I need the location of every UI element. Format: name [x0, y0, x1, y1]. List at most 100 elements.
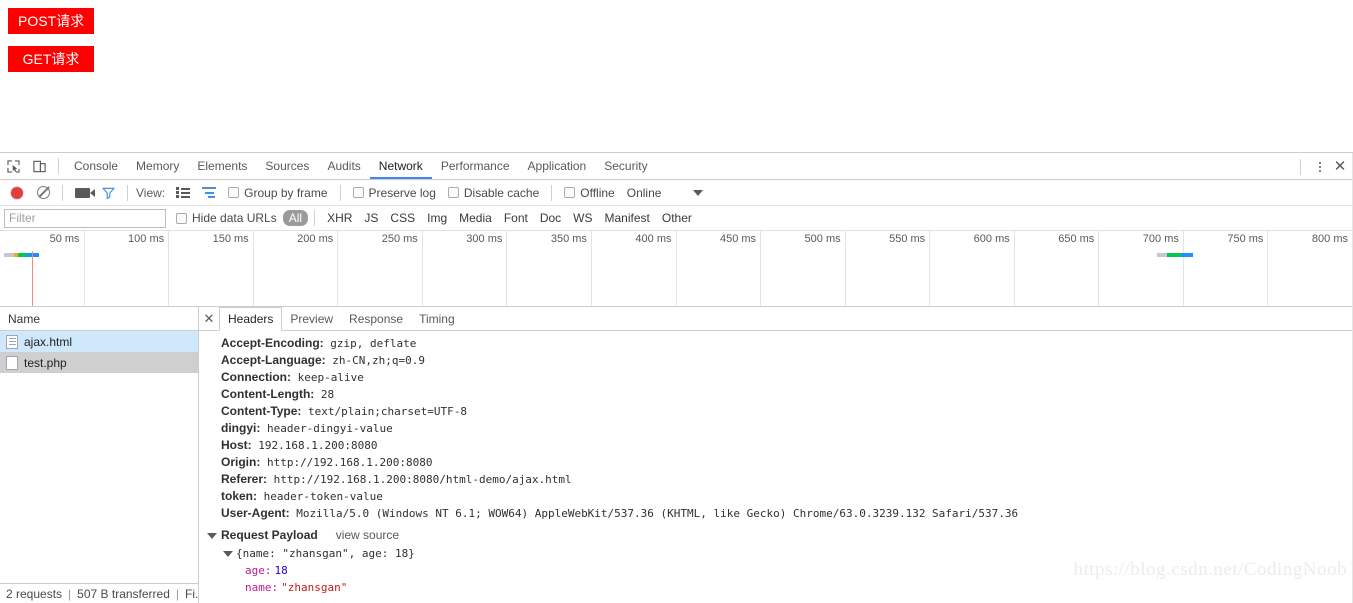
hide-data-urls-checkbox[interactable]: Hide data URLs: [176, 211, 277, 225]
request-header-value: zh-CN,zh;q=0.9: [326, 354, 425, 367]
devtools-tab-performance[interactable]: Performance: [432, 153, 519, 179]
request-header-value: Mozilla/5.0 (Windows NT 6.1; WOW64) Appl…: [290, 507, 1018, 520]
preserve-log-checkbox-box[interactable]: [353, 187, 364, 198]
request-header-value: text/plain;charset=UTF-8: [301, 405, 467, 418]
devtools-tab-network[interactable]: Network: [370, 153, 432, 179]
timeline-tick-label: 550 ms: [889, 233, 925, 245]
timeline-tick-label: 450 ms: [720, 233, 756, 245]
timeline-tick: 600 ms: [930, 231, 1015, 307]
view-label: View:: [136, 186, 165, 200]
type-filter-media[interactable]: Media: [453, 210, 498, 226]
record-button[interactable]: [4, 180, 30, 206]
request-payload-title: Request Payload: [221, 526, 318, 545]
request-list-column-header[interactable]: Name: [0, 307, 198, 331]
request-header-row: Origin: http://192.168.1.200:8080: [199, 454, 1353, 471]
dom-content-loaded-marker: [32, 251, 33, 307]
type-filter-img[interactable]: Img: [421, 210, 453, 226]
type-filter-doc[interactable]: Doc: [534, 210, 567, 226]
hide-data-urls-label: Hide data URLs: [192, 211, 277, 225]
timeline-tick: 650 ms: [1015, 231, 1100, 307]
request-bar-2: [1157, 253, 1193, 257]
request-bar-segment: [1167, 253, 1181, 257]
request-header-row: Connection: keep-alive: [199, 369, 1353, 386]
capture-screenshots-icon[interactable]: [69, 180, 95, 206]
detail-tab-preview[interactable]: Preview: [282, 307, 341, 330]
devtools-tab-sources[interactable]: Sources: [256, 153, 318, 179]
request-row-test-php[interactable]: test.php: [0, 352, 198, 373]
disable-cache-checkbox[interactable]: Disable cache: [442, 186, 545, 200]
timeline-tick: 200 ms: [254, 231, 339, 307]
throttling-select[interactable]: Online: [621, 186, 668, 200]
payload-value: 18: [275, 562, 288, 579]
type-filter-css[interactable]: CSS: [384, 210, 421, 226]
timeline-tick: 100 ms: [85, 231, 170, 307]
offline-checkbox-box[interactable]: [564, 187, 575, 198]
offline-checkbox[interactable]: Offline: [558, 186, 620, 200]
request-header-name: Content-Type:: [221, 404, 301, 418]
chevron-down-icon[interactable]: [685, 180, 711, 206]
type-filter-other[interactable]: Other: [656, 210, 698, 226]
detail-tab-response[interactable]: Response: [341, 307, 411, 330]
devtools-tab-audits[interactable]: Audits: [318, 153, 369, 179]
view-as-waterfall-icon[interactable]: [196, 180, 222, 206]
request-header-value: 28: [314, 388, 334, 401]
type-filter-all[interactable]: All: [283, 210, 308, 226]
resource-type-filters: All XHR JS CSS Img Media Font Doc WS Man…: [283, 210, 698, 226]
view-source-link[interactable]: view source: [336, 526, 399, 545]
request-headers-list: Accept-Encoding: gzip, deflateAccept-Lan…: [199, 335, 1353, 522]
request-list: ajax.html test.php: [0, 331, 198, 583]
request-bar-segment: [1157, 253, 1167, 257]
hide-data-urls-checkbox-box[interactable]: [176, 213, 187, 224]
get-request-button[interactable]: GET请求: [8, 46, 94, 72]
request-header-name: Referer:: [221, 472, 267, 486]
network-controls-toolbar: View: Group by frame Preserve log Disabl…: [0, 180, 1353, 206]
group-by-frame-checkbox-box[interactable]: [228, 187, 239, 198]
type-filter-manifest[interactable]: Manifest: [599, 210, 656, 226]
post-request-button[interactable]: POST请求: [8, 8, 94, 34]
detail-tab-headers[interactable]: Headers: [219, 307, 282, 331]
payload-property-name: name: "zhansgan": [199, 579, 1353, 596]
more-options-icon[interactable]: [1311, 157, 1329, 177]
disable-cache-checkbox-box[interactable]: [448, 187, 459, 198]
request-header-value: header-token-value: [257, 490, 383, 503]
close-devtools-icon[interactable]: ✕: [1329, 156, 1351, 178]
preserve-log-checkbox[interactable]: Preserve log: [347, 186, 442, 200]
request-payload-section-header[interactable]: Request Payload view source: [199, 526, 1353, 545]
group-by-frame-checkbox[interactable]: Group by frame: [222, 186, 333, 200]
type-filter-ws[interactable]: WS: [567, 210, 598, 226]
payload-root-node[interactable]: {name: "zhansgan", age: 18}: [199, 545, 1353, 562]
devtools-tab-security[interactable]: Security: [595, 153, 656, 179]
view-as-list-icon[interactable]: [170, 180, 196, 206]
network-overview-timeline[interactable]: 50 ms100 ms150 ms200 ms250 ms300 ms350 m…: [0, 231, 1353, 307]
collapse-triangle-icon[interactable]: [207, 533, 217, 539]
timeline-tick-label: 650 ms: [1058, 233, 1094, 245]
type-filter-xhr[interactable]: XHR: [321, 210, 358, 226]
devtools-tab-console[interactable]: Console: [65, 153, 127, 179]
type-filter-font[interactable]: Font: [498, 210, 534, 226]
collapse-triangle-icon[interactable]: [223, 551, 233, 557]
request-row-ajax-html[interactable]: ajax.html: [0, 331, 198, 352]
timeline-tick: 500 ms: [761, 231, 846, 307]
request-list-panel: Name ajax.html test.php 2 requests | 507…: [0, 307, 199, 603]
timeline-tick-label: 300 ms: [466, 233, 502, 245]
timeline-tick: 250 ms: [338, 231, 423, 307]
devtools-tab-memory[interactable]: Memory: [127, 153, 188, 179]
filter-input[interactable]: [4, 209, 166, 228]
timeline-tick-label: 50 ms: [50, 233, 80, 245]
type-filter-js[interactable]: JS: [358, 210, 384, 226]
close-detail-icon[interactable]: ✕: [199, 307, 219, 330]
devtools-tab-elements[interactable]: Elements: [188, 153, 256, 179]
inspect-element-icon[interactable]: [0, 153, 26, 179]
request-bar-segment: [27, 253, 39, 257]
timeline-tick-label: 150 ms: [213, 233, 249, 245]
detail-tab-timing[interactable]: Timing: [411, 307, 463, 330]
timeline-tick-label: 200 ms: [297, 233, 333, 245]
device-toolbar-icon[interactable]: [26, 153, 52, 179]
devtools-tab-application[interactable]: Application: [519, 153, 596, 179]
network-split-view: Name ajax.html test.php 2 requests | 507…: [0, 307, 1353, 603]
filter-icon[interactable]: [95, 180, 121, 206]
timeline-tick: 150 ms: [169, 231, 254, 307]
payload-value: "zhansgan": [281, 579, 347, 596]
clear-button[interactable]: [30, 180, 56, 206]
request-header-name: dingyi:: [221, 421, 260, 435]
